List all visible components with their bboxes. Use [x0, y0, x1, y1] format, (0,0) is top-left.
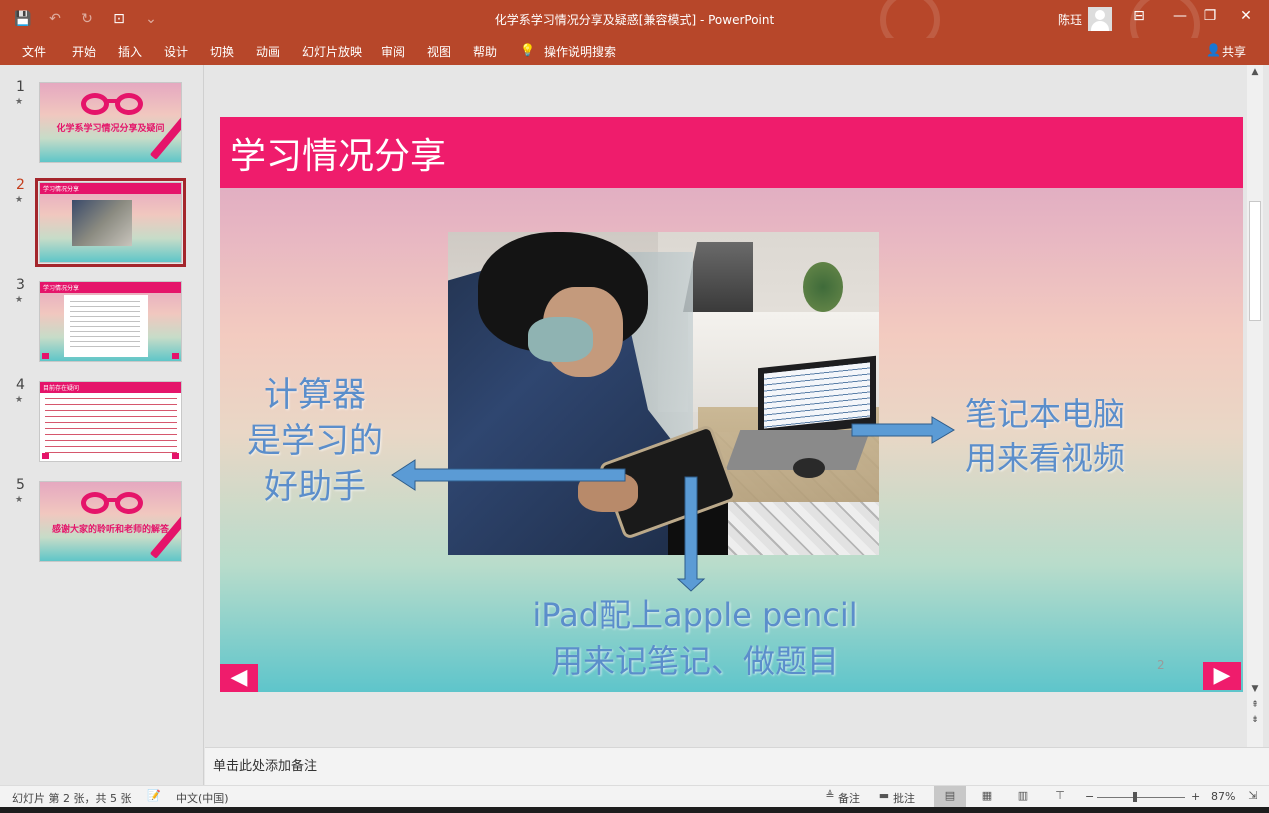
spell-check-icon[interactable]: 📝	[146, 789, 162, 803]
thumb-number: 2	[16, 177, 25, 193]
laptop-callout[interactable]: 笔记本电脑 用来看视频	[950, 392, 1140, 480]
comments-button[interactable]: 批注	[893, 790, 915, 806]
reading-view-icon[interactable]: ▥	[1015, 789, 1031, 803]
current-slide[interactable]: 学习情况分享 计算器 是学习的 好助手 笔记本电脑 用来看视频 iPad配上ap…	[220, 117, 1243, 692]
thumb-photo	[72, 200, 132, 246]
previous-slide-icon[interactable]: ⇞	[1249, 700, 1261, 710]
restore-icon[interactable]: ❐	[1198, 8, 1222, 24]
tab-transitions[interactable]: 切换	[210, 43, 234, 60]
glasses-graphic	[77, 492, 147, 514]
zoom-slider-handle[interactable]	[1133, 792, 1137, 802]
lightbulb-icon: 💡	[520, 43, 535, 57]
thumb-number: 1	[16, 79, 25, 95]
calculator-callout[interactable]: 计算器 是学习的 好助手	[230, 372, 400, 510]
user-name[interactable]: 陈珏	[1058, 11, 1082, 28]
avatar[interactable]	[1088, 7, 1112, 31]
thumb-number: 3	[16, 277, 25, 293]
tab-insert[interactable]: 插入	[118, 43, 142, 60]
tab-animations[interactable]: 动画	[256, 43, 280, 60]
slide-thumbnail-2[interactable]: 学习情况分享	[35, 178, 186, 267]
notes-button[interactable]: 备注	[838, 790, 860, 806]
share-icon[interactable]: 👤	[1206, 43, 1221, 57]
slide-thumbnail-4[interactable]: 目前存在疑问	[39, 381, 182, 462]
slideshow-icon[interactable]: ⊤	[1052, 789, 1068, 803]
ribbon-tabs: 文件 开始 插入 设计 切换 动画 幻灯片放映 审阅 视图 帮助 💡 操作说明搜…	[0, 38, 1269, 65]
ribbon-display-options-icon[interactable]: ⊟	[1127, 8, 1151, 24]
slide-page-number: 2	[1157, 658, 1165, 672]
arrow-to-ipad	[676, 476, 706, 592]
slide-thumbnails-pane: 1 ★ 化学系学习情况分享及疑问 2 ★ 学习情况分享 3 ★ 学习情况分享 4…	[0, 65, 204, 785]
thumb-title: 感谢大家的聆听和老师的解答	[51, 525, 169, 535]
language-indicator[interactable]: 中文(中国)	[176, 790, 229, 806]
glasses-graphic	[77, 93, 147, 115]
tab-review[interactable]: 审阅	[381, 43, 405, 60]
notes-pane[interactable]: 单击此处添加备注	[205, 747, 1269, 785]
scroll-up-icon[interactable]: ▲	[1249, 67, 1261, 77]
slide-sorter-icon[interactable]: ▦	[979, 789, 995, 803]
vertical-scrollbar[interactable]: ▲ ▼ ⇞ ⇟	[1247, 65, 1263, 747]
thumb-text-lines	[45, 398, 177, 456]
ipad-callout[interactable]: iPad配上apple pencil 用来记笔记、做题目	[470, 592, 920, 684]
scroll-thumb[interactable]	[1249, 201, 1261, 321]
tab-slideshow[interactable]: 幻灯片放映	[302, 43, 362, 60]
star-icon: ★	[15, 395, 24, 405]
scroll-down-icon[interactable]: ▼	[1249, 684, 1261, 694]
slide-thumbnail-1[interactable]: 化学系学习情况分享及疑问	[39, 82, 182, 163]
normal-view-icon[interactable]: ▤	[942, 789, 958, 803]
tab-help[interactable]: 帮助	[473, 43, 497, 60]
status-bar: 幻灯片 第 2 张，共 5 张 📝 中文(中国) ≜ 备注 ▬ 批注 ▤ ▦ ▥…	[0, 785, 1269, 808]
zoom-level[interactable]: 87%	[1211, 790, 1235, 803]
fit-to-window-icon[interactable]: ⇲	[1245, 789, 1261, 803]
slide-thumbnail-5[interactable]: 感谢大家的聆听和老师的解答	[39, 481, 182, 562]
zoom-slider[interactable]	[1097, 797, 1185, 798]
zoom-out-button[interactable]: −	[1085, 790, 1094, 803]
next-slide-button[interactable]: ▶	[1203, 662, 1241, 690]
arrow-to-calculator	[391, 459, 626, 491]
tab-file[interactable]: 文件	[22, 43, 46, 60]
close-icon[interactable]: ✕	[1234, 8, 1258, 24]
thumb-title-bar: 目前存在疑问	[40, 382, 181, 393]
title-bar: 💾 ↶ ↻ ⊡ ⌄ 化学系学习情况分享及疑惑[兼容模式] - PowerPoin…	[0, 0, 1269, 38]
notes-icon: ≜	[825, 789, 835, 802]
prev-slide-button[interactable]: ◀	[220, 664, 258, 692]
share-button[interactable]: 共享	[1222, 43, 1246, 60]
thumb-title-bar: 学习情况分享	[40, 282, 181, 293]
thumb-number: 4	[16, 377, 25, 393]
comments-icon: ▬	[878, 789, 890, 802]
notes-placeholder[interactable]: 单击此处添加备注	[213, 755, 317, 774]
tab-home[interactable]: 开始	[72, 43, 96, 60]
thumb-number: 5	[16, 477, 25, 493]
star-icon: ★	[15, 97, 24, 107]
arrow-to-laptop	[851, 416, 955, 444]
taskbar-strip	[0, 807, 1269, 813]
tell-me-search[interactable]: 操作说明搜索	[544, 43, 616, 60]
thumb-title: 化学系学习情况分享及疑问	[56, 124, 165, 134]
zoom-in-button[interactable]: +	[1191, 790, 1200, 803]
minimize-icon[interactable]: —	[1168, 8, 1192, 24]
next-slide-icon[interactable]: ⇟	[1249, 715, 1261, 725]
slide-counter: 幻灯片 第 2 张，共 5 张	[12, 792, 132, 805]
tab-design[interactable]: 设计	[164, 43, 188, 60]
thumb-title-bar: 学习情况分享	[40, 183, 181, 194]
slide-thumbnail-3[interactable]: 学习情况分享	[39, 281, 182, 362]
thumb-document	[64, 295, 148, 357]
star-icon: ★	[15, 195, 24, 205]
star-icon: ★	[15, 295, 24, 305]
star-icon: ★	[15, 495, 24, 505]
tab-view[interactable]: 视图	[427, 43, 451, 60]
